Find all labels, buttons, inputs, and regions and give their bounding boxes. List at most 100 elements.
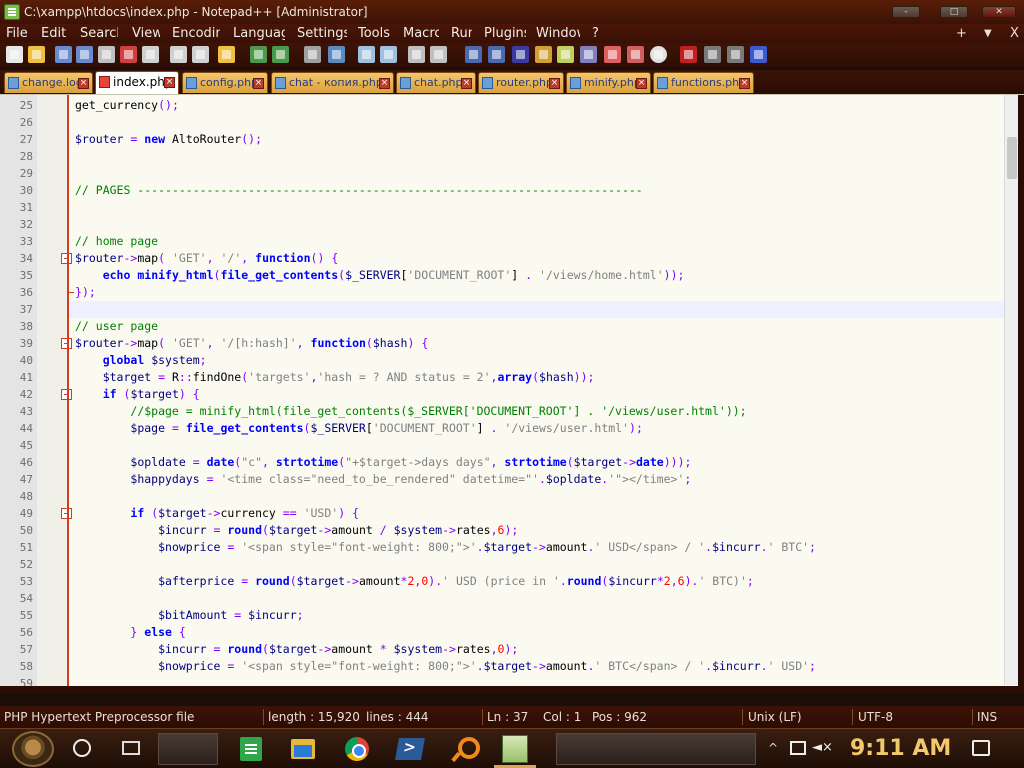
code-line[interactable]: 38 // user page xyxy=(0,318,1004,335)
undo-icon[interactable] xyxy=(250,46,267,63)
code-line[interactable]: 43 //$page = minify_html(file_get_conten… xyxy=(0,403,1004,420)
code-line[interactable]: 29 xyxy=(0,165,1004,182)
open-file-icon[interactable] xyxy=(28,46,45,63)
print-icon[interactable] xyxy=(142,46,159,63)
code-line[interactable]: 25 get_currency(); xyxy=(0,97,1004,114)
vertical-scrollbar[interactable] xyxy=(1004,95,1018,685)
code-line[interactable]: 45 xyxy=(0,437,1004,454)
code-line[interactable]: 57 $incurr = round($target->amount * $sy… xyxy=(0,641,1004,658)
monitoring-icon[interactable] xyxy=(627,46,644,63)
record-macro-icon[interactable] xyxy=(680,46,697,63)
copy-icon[interactable] xyxy=(192,46,209,63)
tray-overflow-icon[interactable]: ^ xyxy=(768,741,778,755)
new-tab-button[interactable]: + xyxy=(956,24,967,43)
close-icon[interactable]: × xyxy=(461,78,472,89)
close-doc-button[interactable]: X xyxy=(1010,24,1019,43)
menu-language[interactable]: Language xyxy=(233,24,285,43)
close-icon[interactable]: × xyxy=(636,78,647,89)
code-line[interactable]: 37 xyxy=(0,301,1004,318)
start-button[interactable] xyxy=(12,731,54,767)
preview-icon[interactable] xyxy=(650,46,667,63)
tab-change-log[interactable]: change.log × xyxy=(4,72,93,93)
status-encoding[interactable]: UTF-8 xyxy=(858,706,893,728)
menu-run[interactable]: Run xyxy=(451,24,472,43)
powershell-icon[interactable] xyxy=(395,738,425,760)
code-line[interactable]: 31 xyxy=(0,199,1004,216)
code-line[interactable]: 50 $incurr = round($target->amount / $sy… xyxy=(0,522,1004,539)
code-line[interactable]: 51 $nowprice = '<span style="font-weight… xyxy=(0,539,1004,556)
code-line[interactable]: 54 xyxy=(0,590,1004,607)
menu-macro[interactable]: Macro xyxy=(403,24,439,43)
replace-icon[interactable] xyxy=(328,46,345,63)
code-line[interactable]: 49 if ($target->currency == 'USD') { xyxy=(0,505,1004,522)
code-line[interactable]: 41 $target = R::findOne('targets','hash … xyxy=(0,369,1004,386)
zoom-out-icon[interactable] xyxy=(380,46,397,63)
close-icon[interactable]: × xyxy=(379,78,390,89)
tab-router-php[interactable]: router.php × xyxy=(478,72,564,93)
stop-macro-icon[interactable] xyxy=(704,46,721,63)
clock[interactable]: 9:11 AM xyxy=(850,733,951,765)
udl-icon[interactable] xyxy=(535,46,552,63)
minimize-button[interactable]: - xyxy=(892,6,920,18)
doc-map-icon[interactable] xyxy=(557,46,574,63)
status-insert-mode[interactable]: INS xyxy=(977,706,997,728)
sync-vertical-icon[interactable] xyxy=(408,46,425,63)
tab-minify-php[interactable]: minify.php × xyxy=(566,72,651,93)
close-icon[interactable]: × xyxy=(549,78,560,89)
tab-config-php[interactable]: config.php × xyxy=(182,72,268,93)
cut-icon[interactable] xyxy=(170,46,187,63)
code-line[interactable]: 46 $opldate = date("c", strtotime("+$tar… xyxy=(0,454,1004,471)
close-icon[interactable]: × xyxy=(78,78,89,89)
close-all-icon[interactable] xyxy=(120,46,137,63)
code-line[interactable]: 28 xyxy=(0,148,1004,165)
file-explorer-icon[interactable] xyxy=(291,739,315,759)
notepadpp-taskbar-icon[interactable] xyxy=(502,735,528,763)
word-wrap-icon[interactable] xyxy=(465,46,482,63)
menu-view[interactable]: View xyxy=(132,24,160,43)
code-line[interactable]: 36}); xyxy=(0,284,1004,301)
close-icon[interactable]: × xyxy=(253,78,264,89)
scrollbar-thumb[interactable] xyxy=(1007,137,1017,179)
code-line[interactable]: 44 $page = file_get_contents($_SERVER['D… xyxy=(0,420,1004,437)
code-line[interactable]: 32 xyxy=(0,216,1004,233)
code-line[interactable]: 40 global $system; xyxy=(0,352,1004,369)
menu-search[interactable]: Search xyxy=(80,24,118,43)
menu-file[interactable]: File xyxy=(6,24,38,43)
task-view-icon[interactable] xyxy=(122,741,140,755)
tab-functions-php[interactable]: functions.php × xyxy=(653,72,754,93)
chrome-icon[interactable] xyxy=(345,737,369,761)
menu-encoding[interactable]: Encoding xyxy=(172,24,220,43)
menu-settings[interactable]: Settings xyxy=(297,24,347,43)
close-icon[interactable]: × xyxy=(164,77,175,88)
network-icon[interactable] xyxy=(790,741,806,755)
code-line[interactable]: 56 } else { xyxy=(0,624,1004,641)
function-list-icon[interactable] xyxy=(580,46,597,63)
close-file-icon[interactable] xyxy=(98,46,115,63)
sheets-app-icon[interactable] xyxy=(240,737,262,761)
tab-chat-kopiya-php[interactable]: chat - копия.php × xyxy=(271,72,394,93)
redo-icon[interactable] xyxy=(272,46,289,63)
search-app-icon[interactable] xyxy=(452,737,480,761)
maximize-button[interactable]: □ xyxy=(940,6,968,18)
find-icon[interactable] xyxy=(304,46,321,63)
code-line[interactable]: 58 $nowprice = '<span style="font-weight… xyxy=(0,658,1004,675)
menu-window[interactable]: Window xyxy=(536,24,580,43)
code-line[interactable]: 26 xyxy=(0,114,1004,131)
code-line[interactable]: 34 $router->map( 'GET', '/', function() { xyxy=(0,250,1004,267)
code-line[interactable]: 48 xyxy=(0,488,1004,505)
horizontal-scrollbar[interactable] xyxy=(0,686,1024,694)
new-file-icon[interactable] xyxy=(6,46,23,63)
cortana-icon[interactable] xyxy=(73,739,91,757)
status-eol[interactable]: Unix (LF) xyxy=(748,706,802,728)
code-editor[interactable]: 25 get_currency(); 26 27 $router = new AltoR… xyxy=(0,94,1024,686)
code-line[interactable]: 42 if ($target) { xyxy=(0,386,1004,403)
notification-icon[interactable] xyxy=(972,740,990,756)
menu-plugins[interactable]: Plugins xyxy=(484,24,526,43)
close-window-button[interactable]: ✕ xyxy=(982,6,1016,18)
tab-chat-php[interactable]: chat.php × xyxy=(396,72,476,93)
save-all-icon[interactable] xyxy=(76,46,93,63)
code-line[interactable]: 35 echo minify_html(file_get_contents($_… xyxy=(0,267,1004,284)
code-line[interactable]: 59 xyxy=(0,675,1004,686)
code-line[interactable]: 55 $bitAmount = $incurr; xyxy=(0,607,1004,624)
show-all-chars-icon[interactable] xyxy=(488,46,505,63)
